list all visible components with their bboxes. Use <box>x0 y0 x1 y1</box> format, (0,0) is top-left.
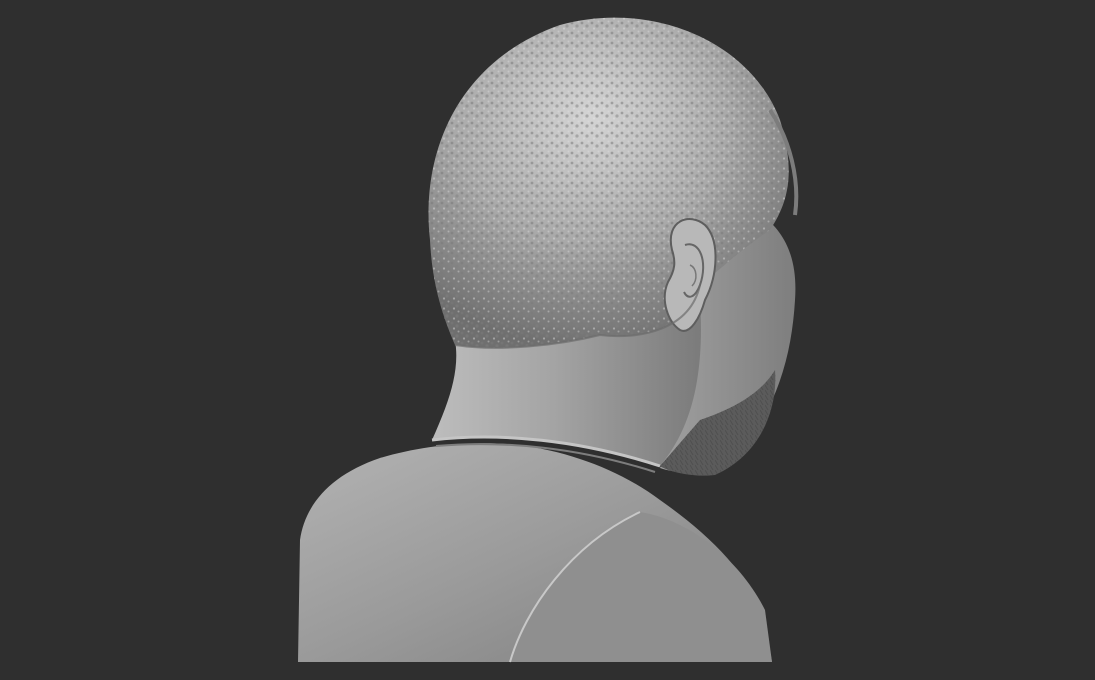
sculpt-bust <box>298 17 799 663</box>
render-viewport <box>0 0 1095 680</box>
